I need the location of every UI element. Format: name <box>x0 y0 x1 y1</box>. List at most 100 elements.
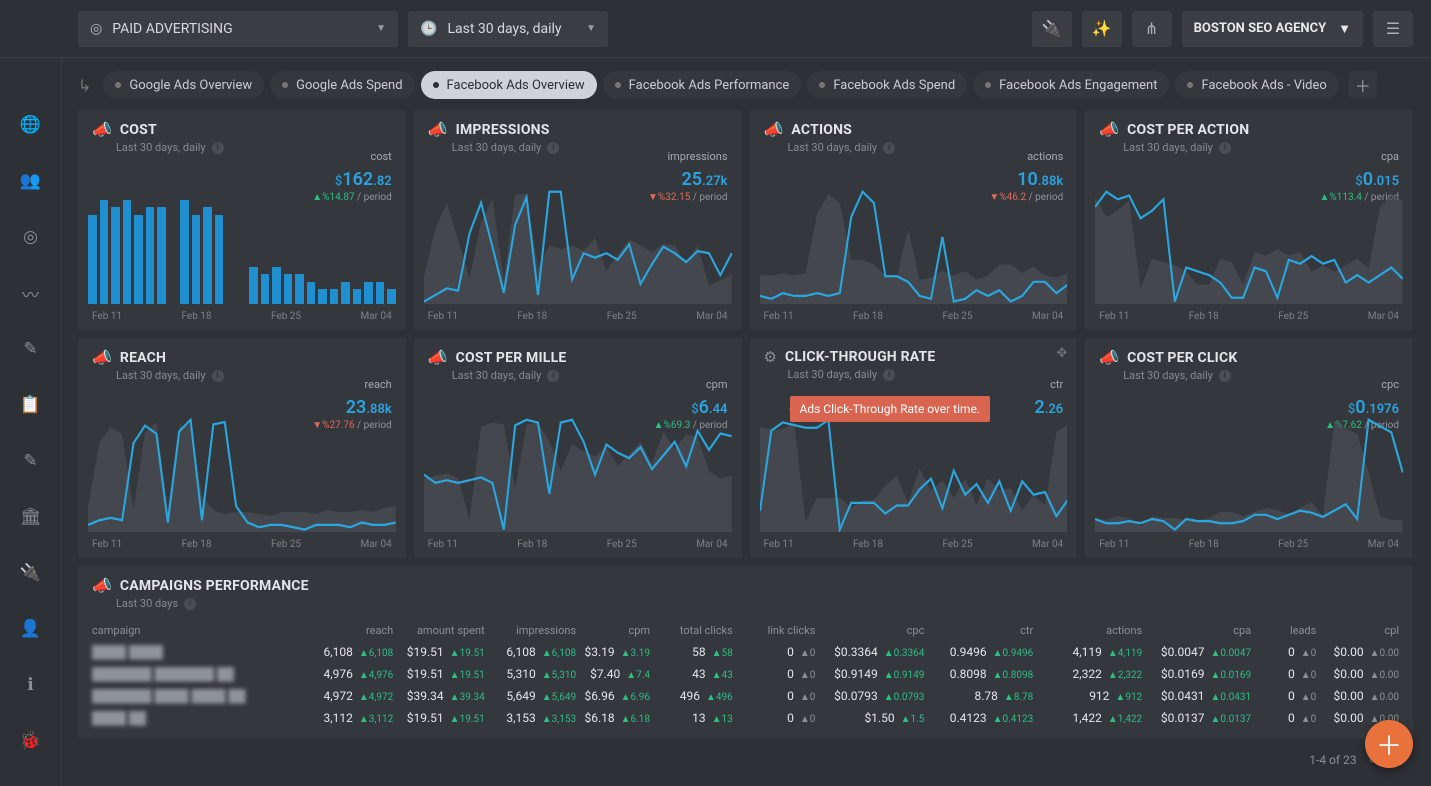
spark-button[interactable]: ✨ <box>1082 11 1122 47</box>
bar <box>180 200 189 304</box>
scope-label: PAID ADVERTISING <box>112 21 232 37</box>
tab-facebook-ads-video[interactable]: Facebook Ads - Video <box>1175 71 1338 99</box>
nav-target-icon[interactable]: ◎ <box>16 222 46 252</box>
scope-dropdown[interactable]: ◎ PAID ADVERTISING ▼ <box>78 11 398 47</box>
table-row[interactable]: ███████ ███████ ██4,976▲4,976$19.51▲19.5… <box>92 663 1399 685</box>
bar <box>215 215 224 304</box>
info-icon[interactable]: i <box>212 370 224 382</box>
x-axis: Feb 11Feb 18Feb 25Mar 04 <box>428 311 728 322</box>
info-icon[interactable]: i <box>547 142 559 154</box>
bar <box>123 200 132 304</box>
info-icon[interactable]: i <box>547 370 559 382</box>
metric-label: actions <box>989 150 1063 163</box>
table-row[interactable]: ████ ██3,112▲3,112$19.51▲19.513,153▲3,15… <box>92 707 1399 729</box>
chart-area <box>424 182 732 304</box>
info-icon[interactable]: i <box>883 142 895 154</box>
card-title: REACH <box>120 350 166 366</box>
clock-icon: 🕒 <box>420 21 437 37</box>
info-icon[interactable]: i <box>184 598 196 610</box>
bar <box>249 267 258 304</box>
bar <box>146 207 155 304</box>
campaign-name: ████ ████ <box>92 645 302 659</box>
menu-button[interactable]: ☰ <box>1373 11 1413 47</box>
bar <box>341 282 350 304</box>
tooltip: Ads Click-Through Rate over time. <box>790 396 991 422</box>
card-title: CAMPAIGNS PERFORMANCE <box>120 578 309 594</box>
dashboard-board: 📣COSTLast 30 days, daily icost$162.82▲%1… <box>78 110 1413 776</box>
metric-label: reach <box>312 378 392 391</box>
pager-text: 1-4 of 23 <box>1309 753 1356 767</box>
date-range-dropdown[interactable]: 🕒 Last 30 days, daily ▼ <box>408 11 608 47</box>
nav-globe-icon[interactable]: 🌐 <box>16 110 46 140</box>
share-button[interactable]: ⋔ <box>1132 11 1172 47</box>
nav-info-icon[interactable]: ℹ <box>16 670 46 700</box>
bar <box>364 282 373 304</box>
metric-label: cost <box>312 150 392 163</box>
move-icon[interactable]: ✥ <box>1056 346 1067 361</box>
card-cpa: 📣COST PER ACTIONLast 30 days, daily icpa… <box>1085 110 1413 330</box>
nav-clipboard-icon[interactable]: 📋 <box>16 390 46 420</box>
table-row[interactable]: ████ ████6,108▲6,108$19.51▲19.516,108▲6,… <box>92 641 1399 663</box>
nav-wand-icon[interactable]: ✎ <box>16 446 46 476</box>
tab-google-ads-overview[interactable]: Google Ads Overview <box>103 71 264 99</box>
card-title: IMPRESSIONS <box>456 122 550 138</box>
tab-google-ads-spend[interactable]: Google Ads Spend <box>270 71 414 99</box>
plug-button[interactable]: 🔌 <box>1032 11 1072 47</box>
tab-facebook-ads-performance[interactable]: Facebook Ads Performance <box>603 71 802 99</box>
bar <box>295 274 304 304</box>
nav-plug-icon[interactable]: 🔌 <box>16 558 46 588</box>
gear-icon[interactable]: ⚙ <box>764 348 777 366</box>
nav-account-icon[interactable]: 👤 <box>16 614 46 644</box>
dot-icon <box>1187 82 1193 88</box>
dot-icon <box>282 82 288 88</box>
campaign-name: ███████ ███████ ██ <box>92 667 302 681</box>
chevron-down-icon: ▼ <box>1338 21 1351 37</box>
campaign-name: ████ ██ <box>92 711 302 725</box>
card-title: COST PER MILLE <box>456 350 567 366</box>
megaphone-icon: 📣 <box>92 348 112 367</box>
tab-facebook-ads-overview[interactable]: Facebook Ads Overview <box>421 71 597 99</box>
bar <box>88 215 97 304</box>
chart-area <box>760 410 1068 532</box>
dot-icon <box>615 82 621 88</box>
x-axis: Feb 11Feb 18Feb 25Mar 04 <box>764 311 1064 322</box>
nav-bank-icon[interactable]: 🏛 <box>16 502 46 532</box>
info-icon[interactable]: i <box>883 369 895 381</box>
megaphone-icon: 📣 <box>1099 348 1119 367</box>
nav-bug-icon[interactable]: 🐞 <box>16 726 46 756</box>
card-title: CLICK-THROUGH RATE <box>785 349 936 365</box>
bar <box>353 289 362 304</box>
chevron-down-icon: ▼ <box>586 23 596 34</box>
nav-analytics-icon[interactable]: 〰 <box>16 278 46 308</box>
info-icon[interactable]: i <box>212 142 224 154</box>
card-title: ACTIONS <box>791 122 852 138</box>
info-icon[interactable]: i <box>1219 370 1231 382</box>
tab-facebook-ads-engagement[interactable]: Facebook Ads Engagement <box>973 71 1169 99</box>
fab-add-button[interactable]: ＋ <box>1365 720 1413 768</box>
flow-icon: ↳ <box>78 76 91 95</box>
subnav-tabs: ↳ Google Ads OverviewGoogle Ads SpendFac… <box>78 66 1413 104</box>
x-axis: Feb 11Feb 18Feb 25Mar 04 <box>92 539 392 550</box>
info-icon[interactable]: i <box>1219 142 1231 154</box>
table-row[interactable]: ███████ ████ ████ ██4,972▲4,972$39.34▲39… <box>92 685 1399 707</box>
agency-dropdown[interactable]: BOSTON SEO AGENCY ▼ <box>1182 11 1363 47</box>
campaign-name: ███████ ████ ████ ██ <box>92 689 302 703</box>
metric-label: cpc <box>1325 378 1399 391</box>
card-cpm: 📣COST PER MILLELast 30 days, daily icpm$… <box>414 338 742 558</box>
bar <box>261 274 270 304</box>
tab-facebook-ads-spend[interactable]: Facebook Ads Spend <box>807 71 967 99</box>
card-subtitle: Last 30 days, daily i <box>788 368 1064 381</box>
bar <box>100 200 109 304</box>
add-tab-button[interactable]: ＋ <box>1349 71 1377 99</box>
bar <box>192 215 201 304</box>
nav-edit-icon[interactable]: ✎ <box>16 334 46 364</box>
nav-people-icon[interactable]: 👥 <box>16 166 46 196</box>
bar <box>318 289 327 304</box>
agency-label: BOSTON SEO AGENCY <box>1194 21 1327 36</box>
dot-icon <box>819 82 825 88</box>
dot-icon <box>433 82 439 88</box>
card-cpc: 📣COST PER CLICKLast 30 days, daily icpc$… <box>1085 338 1413 558</box>
chart-area <box>760 182 1068 304</box>
card-campaigns: 📣CAMPAIGNS PERFORMANCELast 30 days icamp… <box>78 566 1413 739</box>
metric-value: $162.82 <box>312 169 392 190</box>
